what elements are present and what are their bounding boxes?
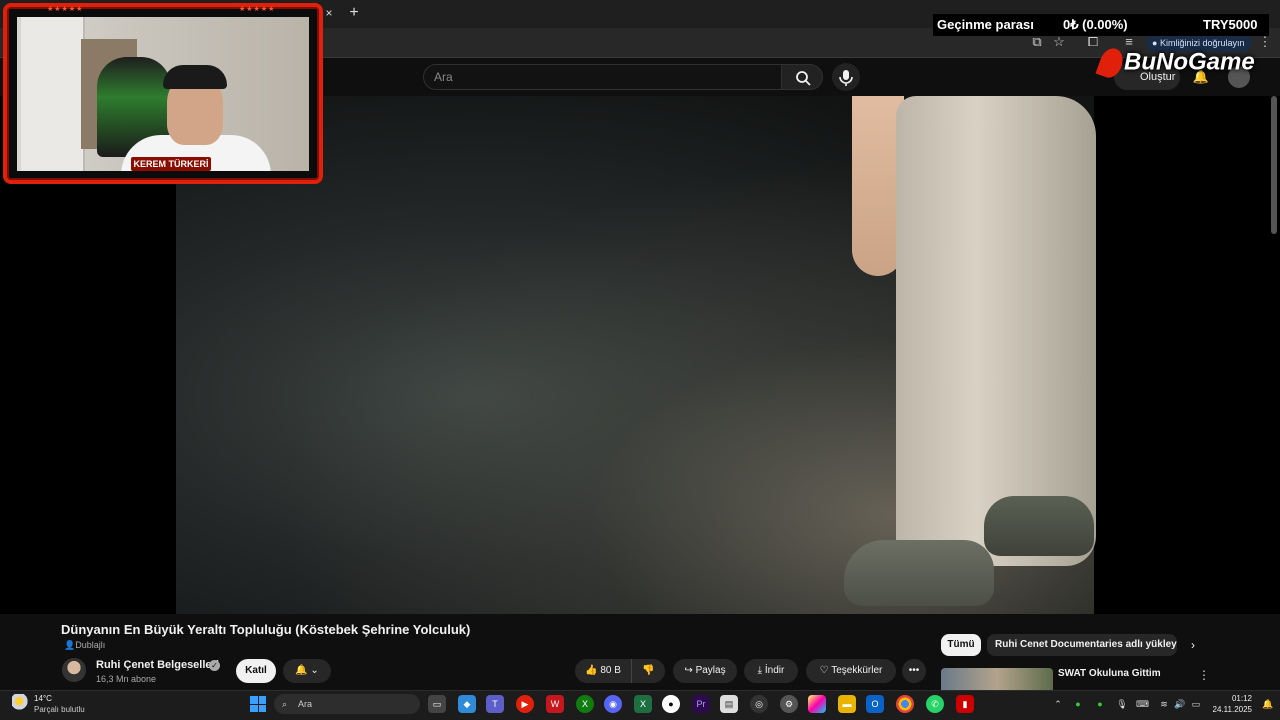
brand-flame-icon	[1095, 45, 1127, 81]
chip-all[interactable]: Tümü	[941, 634, 981, 656]
more-actions-button[interactable]: •••	[902, 659, 926, 683]
webcam-stars-left: ★★★★★	[47, 6, 84, 13]
tray-keyboard-icon[interactable]: ⌨	[1136, 698, 1149, 710]
dubbed-icon: 👤	[64, 640, 76, 650]
dubbed-badge: 👤Dublajlı	[64, 640, 105, 651]
webcam-name-tag: KEREM TÜRKERİ	[131, 157, 211, 171]
taskbar-search-input[interactable]: ⌕ Ara	[274, 694, 420, 714]
dislike-button[interactable]: 👎	[631, 659, 665, 683]
outlook-icon[interactable]: O	[866, 695, 884, 713]
notification-center-icon[interactable]: 🔔	[1262, 698, 1274, 710]
search-icon	[796, 71, 811, 86]
volume-icon[interactable]: 🔊	[1174, 698, 1186, 710]
taskbar-search-placeholder: Ara	[298, 699, 313, 709]
donation-goal-amount: 0₺ (0.00%)	[1063, 17, 1128, 32]
battery-icon[interactable]: ▭	[1190, 698, 1202, 710]
tray-security-icon[interactable]: ●	[1094, 698, 1106, 710]
share-label: Paylaş	[695, 665, 726, 676]
weather-icon[interactable]	[12, 694, 30, 710]
premiere-icon[interactable]: Pr	[692, 695, 710, 713]
tray-nvidia-icon[interactable]: ●	[1072, 698, 1084, 710]
steam-icon[interactable]: ⚙	[780, 695, 798, 713]
brand-name: BuNoGame	[1124, 48, 1255, 76]
join-button[interactable]: Katıl	[236, 659, 276, 683]
xbox-icon[interactable]: X	[576, 695, 594, 713]
recommendation-menu-icon[interactable]: ⋮	[1198, 668, 1210, 684]
tray-microphone-icon[interactable]: 🎙	[1116, 698, 1128, 710]
share-button[interactable]: ↪ Paylaş	[673, 659, 737, 683]
copilot-icon[interactable]: ◆	[458, 695, 476, 713]
donation-goal-label: Geçinme parası	[937, 17, 1034, 32]
share-icon: ↪	[684, 665, 696, 676]
download-label: İndir	[764, 665, 785, 676]
page-scrollbar[interactable]	[1271, 96, 1277, 234]
windows-start-icon[interactable]	[250, 696, 266, 712]
chevron-down-icon: ⌄	[310, 665, 319, 676]
chevron-right-icon[interactable]: ›	[1186, 638, 1200, 652]
webcam-feed	[17, 17, 309, 171]
thanks-heart-icon: ♡	[819, 665, 832, 676]
brand-logo: BuNoGame	[1095, 45, 1270, 84]
thumbs-down-icon: 👎	[642, 665, 655, 676]
donation-goal-bar: Geçinme parası 0₺ (0.00%) TRY5000	[933, 14, 1269, 36]
excel-icon[interactable]: X	[634, 695, 652, 713]
search-button[interactable]	[781, 64, 823, 90]
youtube-music-icon[interactable]: ▶	[516, 695, 534, 713]
weather-description[interactable]: Parçalı bulutlu	[34, 705, 85, 714]
dubbed-label: Dublajlı	[75, 640, 106, 650]
voice-search-button[interactable]	[832, 63, 860, 91]
notepad-icon[interactable]: ▤	[720, 695, 738, 713]
channel-name[interactable]: Ruhi Çenet Belgeselleri	[96, 659, 219, 671]
channel-avatar[interactable]	[62, 658, 86, 682]
tray-overflow-icon[interactable]: ⌃	[1052, 698, 1064, 710]
thanks-label: Teşekkürler	[831, 665, 883, 676]
like-count: 80 B	[600, 665, 621, 676]
taskbar-search-icon: ⌕	[282, 699, 288, 709]
app-icon[interactable]: ●	[662, 695, 680, 713]
thumbs-up-icon: 👍	[585, 665, 601, 676]
thanks-button[interactable]: ♡ Teşekkürler	[806, 659, 896, 683]
webcam-person-headset	[163, 65, 227, 89]
video-boot-back	[984, 496, 1094, 556]
profile-icon: ●	[1152, 38, 1160, 48]
taskbar-clock-date[interactable]: 24.11.2025	[1206, 705, 1252, 714]
chrome-icon[interactable]	[896, 695, 914, 713]
wifi-icon[interactable]: ≋	[1158, 698, 1170, 710]
webcam-overlay: ★★★★★ ★★★★★ KEREM TÜRKERİ	[3, 3, 323, 184]
download-icon: ⤓	[757, 665, 765, 676]
search-input[interactable]: Ara	[423, 64, 781, 90]
video-title: Dünyanın En Büyük Yeraltı Topluluğu (Kös…	[61, 622, 471, 637]
taskbar-clock-time[interactable]: 01:12	[1216, 694, 1252, 703]
download-button[interactable]: ⤓ İndir	[744, 659, 798, 683]
webcam-wardrobe	[21, 17, 85, 171]
subscription-bell-button[interactable]: 🔔 ⌄	[283, 659, 331, 683]
recommendation-title[interactable]: SWAT Okuluna Gittim	[1058, 668, 1161, 679]
verified-check-icon: ✓	[209, 660, 220, 671]
game-launcher-icon[interactable]: W	[546, 695, 564, 713]
obs-icon[interactable]: ◎	[750, 695, 768, 713]
whatsapp-icon[interactable]: ✆	[926, 695, 944, 713]
file-explorer-icon[interactable]: ▬	[838, 695, 856, 713]
red-app-icon[interactable]: ▮	[956, 695, 974, 713]
chip-uploader[interactable]: Ruhi Cenet Documentaries adlı yükleyicid…	[987, 634, 1177, 656]
verify-identity-label: Kimliğinizi doğrulayın	[1159, 38, 1245, 48]
photos-icon[interactable]	[808, 695, 826, 713]
like-button[interactable]: 👍 80 B	[575, 659, 631, 683]
video-boot-front	[844, 540, 994, 606]
microphone-icon	[839, 70, 853, 86]
discord-icon[interactable]: ◉	[604, 695, 622, 713]
weather-temperature[interactable]: 14°C	[34, 694, 52, 703]
recommendation-thumbnail[interactable]	[941, 668, 1053, 690]
bell-icon: 🔔	[295, 665, 308, 676]
subscriber-count: 16,3 Mn abone	[96, 674, 157, 684]
tab-close-button[interactable]: ×	[322, 6, 336, 20]
webcam-stars-right: ★★★★★	[239, 6, 276, 13]
task-view-icon[interactable]: ▭	[428, 695, 446, 713]
teams-icon[interactable]: T	[486, 695, 504, 713]
donation-goal-target: TRY5000	[1203, 17, 1258, 32]
new-tab-button[interactable]: +	[346, 4, 362, 22]
